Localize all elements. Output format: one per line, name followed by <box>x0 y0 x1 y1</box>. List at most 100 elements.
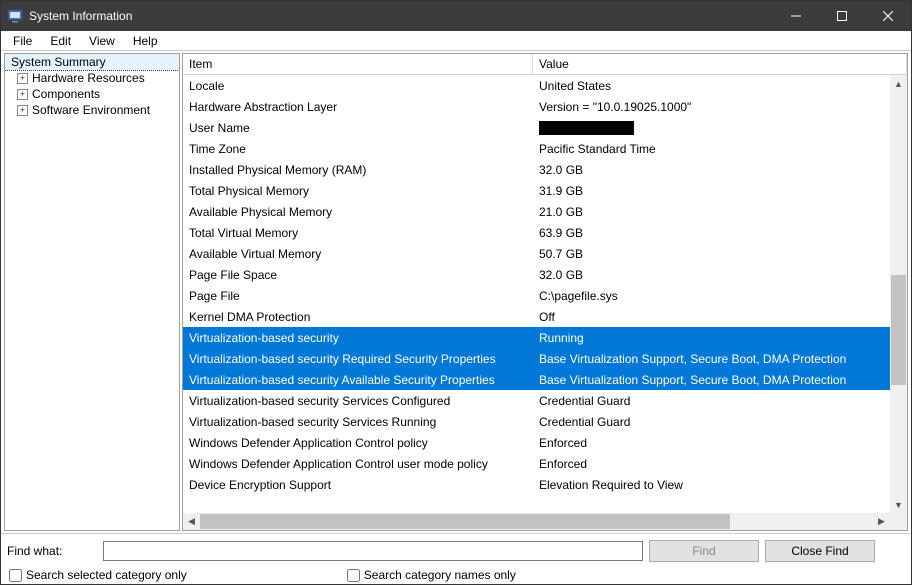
redacted-value <box>539 121 634 135</box>
list-row[interactable]: Page File Space32.0 GB <box>183 264 890 285</box>
cell-item: Virtualization-based security <box>183 331 533 345</box>
checkbox-label: Search selected category only <box>26 568 187 582</box>
list-row[interactable]: Virtualization-based security Services C… <box>183 390 890 411</box>
list-header: Item Value <box>183 54 907 75</box>
scroll-up-icon[interactable]: ▲ <box>890 75 907 92</box>
scrollbar-corner <box>890 513 907 530</box>
list-row[interactable]: User Name <box>183 117 890 138</box>
menu-file[interactable]: File <box>5 33 40 49</box>
cell-value: 32.0 GB <box>533 268 890 282</box>
menu-edit[interactable]: Edit <box>42 33 79 49</box>
cell-value: Enforced <box>533 436 890 450</box>
vertical-scrollbar[interactable]: ▲ ▼ <box>890 75 907 513</box>
tree-root-label: System Summary <box>11 55 106 69</box>
scroll-thumb[interactable] <box>891 275 906 385</box>
scroll-down-icon[interactable]: ▼ <box>890 496 907 513</box>
cell-item: Windows Defender Application Control use… <box>183 457 533 471</box>
cell-item: Installed Physical Memory (RAM) <box>183 163 533 177</box>
column-header-item[interactable]: Item <box>183 54 533 74</box>
cell-item: Kernel DMA Protection <box>183 310 533 324</box>
find-bar: Find what: Find Close Find Search select… <box>1 534 911 584</box>
list-row[interactable]: Kernel DMA ProtectionOff <box>183 306 890 327</box>
expand-icon[interactable]: + <box>17 73 28 84</box>
tree-item-components[interactable]: + Components <box>5 86 179 102</box>
list-body: LocaleUnited StatesHardware Abstraction … <box>183 75 907 530</box>
column-header-value[interactable]: Value <box>533 54 907 74</box>
cell-item: Page File <box>183 289 533 303</box>
list-row[interactable]: Virtualization-based security Services R… <box>183 411 890 432</box>
main-area: System Summary + Hardware Resources + Co… <box>1 51 911 534</box>
cell-value <box>533 120 890 135</box>
cell-item: Total Virtual Memory <box>183 226 533 240</box>
close-find-button[interactable]: Close Find <box>765 540 875 562</box>
cell-item: Virtualization-based security Required S… <box>183 352 533 366</box>
tree-item-hardware-resources[interactable]: + Hardware Resources <box>5 70 179 86</box>
cell-value: Off <box>533 310 890 324</box>
cell-value: 31.9 GB <box>533 184 890 198</box>
scroll-left-icon[interactable]: ◀ <box>183 513 200 530</box>
tree-item-label: Components <box>32 87 100 101</box>
checkbox-input[interactable] <box>9 569 22 582</box>
list-row[interactable]: LocaleUnited States <box>183 75 890 96</box>
scroll-thumb[interactable] <box>200 514 730 529</box>
tree-item-label: Software Environment <box>32 103 150 117</box>
cell-item: Time Zone <box>183 142 533 156</box>
cell-value: 50.7 GB <box>533 247 890 261</box>
list-row[interactable]: Windows Defender Application Control pol… <box>183 432 890 453</box>
find-label: Find what: <box>7 544 97 558</box>
close-button[interactable] <box>865 1 911 31</box>
cell-item: Page File Space <box>183 268 533 282</box>
find-input[interactable] <box>103 541 643 561</box>
list-row[interactable]: Page FileC:\pagefile.sys <box>183 285 890 306</box>
horizontal-scrollbar[interactable]: ◀ ▶ <box>183 513 890 530</box>
list-row[interactable]: Available Virtual Memory50.7 GB <box>183 243 890 264</box>
list-row[interactable]: Total Physical Memory31.9 GB <box>183 180 890 201</box>
cell-item: Virtualization-based security Available … <box>183 373 533 387</box>
expand-icon[interactable]: + <box>17 89 28 100</box>
list-row[interactable]: Virtualization-based securityRunning <box>183 327 890 348</box>
list-row[interactable]: Total Virtual Memory63.9 GB <box>183 222 890 243</box>
cell-item: Device Encryption Support <box>183 478 533 492</box>
cell-item: Hardware Abstraction Layer <box>183 100 533 114</box>
expand-icon[interactable]: + <box>17 105 28 116</box>
cell-item: Total Physical Memory <box>183 184 533 198</box>
cell-value: Base Virtualization Support, Secure Boot… <box>533 352 890 366</box>
list-row[interactable]: Virtualization-based security Available … <box>183 369 890 390</box>
cell-value: United States <box>533 79 890 93</box>
tree-root-system-summary[interactable]: System Summary <box>5 54 179 70</box>
list-row[interactable]: Time ZonePacific Standard Time <box>183 138 890 159</box>
cell-item: Available Virtual Memory <box>183 247 533 261</box>
list-row[interactable]: Device Encryption SupportElevation Requi… <box>183 474 890 495</box>
cell-value: Running <box>533 331 890 345</box>
cell-value: 21.0 GB <box>533 205 890 219</box>
tree-item-label: Hardware Resources <box>32 71 145 85</box>
cell-value: Enforced <box>533 457 890 471</box>
details-list: Item Value LocaleUnited StatesHardware A… <box>182 53 908 531</box>
cell-value: Credential Guard <box>533 394 890 408</box>
maximize-button[interactable] <box>819 1 865 31</box>
minimize-button[interactable] <box>773 1 819 31</box>
cell-item: Available Physical Memory <box>183 205 533 219</box>
app-icon <box>7 8 23 24</box>
search-category-names-checkbox[interactable]: Search category names only <box>347 568 516 582</box>
cell-value: Pacific Standard Time <box>533 142 890 156</box>
find-button[interactable]: Find <box>649 540 759 562</box>
list-row[interactable]: Available Physical Memory21.0 GB <box>183 201 890 222</box>
menu-help[interactable]: Help <box>125 33 166 49</box>
list-row[interactable]: Hardware Abstraction LayerVersion = "10.… <box>183 96 890 117</box>
cell-value: 32.0 GB <box>533 163 890 177</box>
cell-item: User Name <box>183 121 533 135</box>
titlebar: System Information <box>1 1 911 31</box>
scroll-right-icon[interactable]: ▶ <box>873 513 890 530</box>
menu-view[interactable]: View <box>81 33 123 49</box>
search-selected-category-checkbox[interactable]: Search selected category only <box>9 568 187 582</box>
list-row[interactable]: Windows Defender Application Control use… <box>183 453 890 474</box>
checkbox-input[interactable] <box>347 569 360 582</box>
category-tree[interactable]: System Summary + Hardware Resources + Co… <box>4 53 180 531</box>
tree-item-software-environment[interactable]: + Software Environment <box>5 102 179 118</box>
checkbox-label: Search category names only <box>364 568 516 582</box>
list-row[interactable]: Installed Physical Memory (RAM)32.0 GB <box>183 159 890 180</box>
list-row[interactable]: Virtualization-based security Required S… <box>183 348 890 369</box>
cell-item: Virtualization-based security Services C… <box>183 394 533 408</box>
cell-value: 63.9 GB <box>533 226 890 240</box>
